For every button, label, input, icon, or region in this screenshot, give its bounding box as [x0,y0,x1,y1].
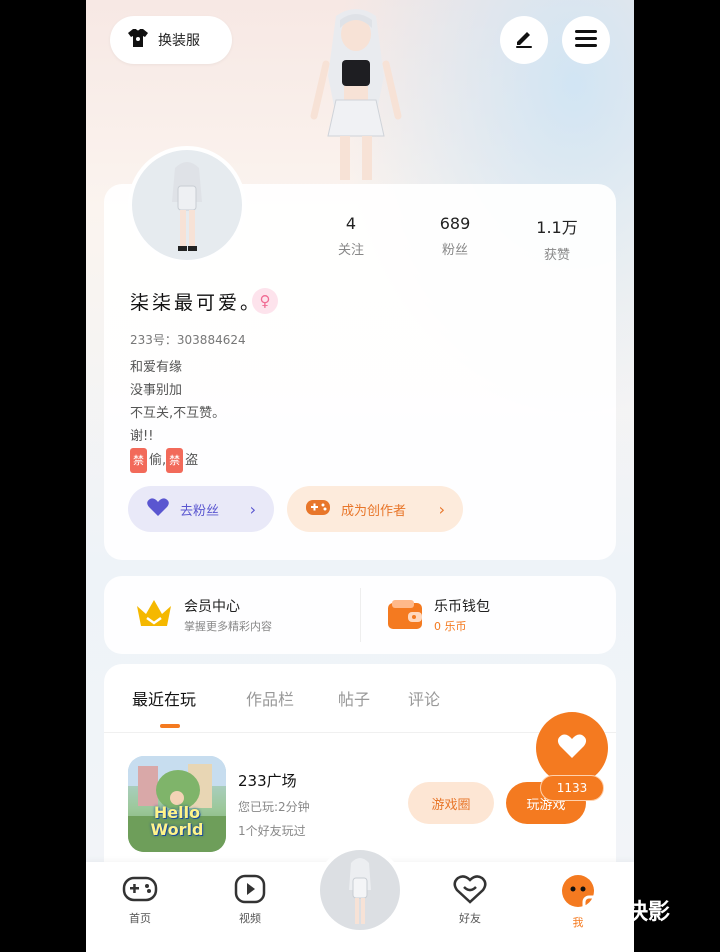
likes-count: 1.1万 [536,218,578,237]
nav-friends-label: 好友 [459,912,481,925]
pen-icon [512,26,536,54]
chevron-right-icon: › [438,499,445,519]
nav-video-label: 视频 [239,912,261,925]
game-friends: 1个好友玩过 [238,824,306,838]
bio-text: 偷, [149,453,167,468]
bio-text: 盗 [185,453,199,468]
wallet[interactable]: 乐币钱包 0 乐币 [386,594,586,638]
game-icon[interactable]: Hello World [128,756,226,852]
fans-count: 689 [439,214,471,233]
like-count-badge: 1133 [540,775,604,801]
nav-video[interactable]: 视频 [220,874,280,926]
member-subtitle: 掌握更多精彩内容 [184,620,272,633]
creator-button-label: 成为创作者 [341,503,407,519]
ban-tag: 禁 [130,448,147,473]
game-circle-button[interactable]: 游戏圈 [408,782,494,824]
tab-comments[interactable]: 评论 [408,686,440,710]
bio-line: 谢!! [130,429,154,444]
avatar-character [296,6,416,186]
camera-icon [582,892,620,928]
stat-likes[interactable]: 1.1万 获赞 [522,214,592,263]
wallet-balance: 0 乐币 [434,620,467,633]
heart-chat-icon [453,875,487,908]
gamepad-icon [122,876,158,908]
floating-like-button[interactable] [536,712,608,784]
gamepad-icon [305,497,331,521]
wallet-icon [386,598,424,636]
menu-button[interactable] [562,16,610,64]
heart-icon [557,733,587,763]
user-id: 233号：303884624 [130,333,246,347]
member-center[interactable]: 会员中心 掌握更多精彩内容 [134,594,334,638]
game-playtime: 您已玩:2分钟 [238,800,310,814]
fans-label: 粉丝 [441,243,468,258]
watermark-text: 快影 [626,900,671,925]
ban-tag: 禁 [166,448,184,473]
chevron-right-icon: › [249,499,256,519]
following-count: 4 [345,214,357,233]
outfit-button[interactable]: 换装服 [110,16,232,64]
game-icon-title: Hello World [150,803,204,839]
tab-works[interactable]: 作品栏 [246,686,294,710]
creator-button[interactable]: 成为创作者 › [287,486,463,532]
fans-button[interactable]: 去粉丝 › [128,486,274,532]
nav-avatar[interactable] [316,846,404,934]
wallet-title: 乐币钱包 [434,599,490,615]
stat-following[interactable]: 4 关注 [316,214,386,258]
shirt-icon [126,27,150,53]
heart-icon [146,497,170,521]
profile-avatar[interactable] [128,146,246,264]
nav-home-label: 首页 [129,912,151,925]
member-title: 会员中心 [184,599,240,615]
stat-fans[interactable]: 689 粉丝 [420,214,490,258]
bio: 和爱有缘 没事别加 不互关,不互赞。 谢!! 禁偷, 禁盗 [130,356,225,473]
likes-label: 获赞 [543,248,570,263]
kuaiying-watermark: 快影 [582,892,670,928]
play-icon [234,874,266,908]
bio-line: 不互关,不互赞。 [130,406,226,421]
female-icon: ♀ [252,288,278,314]
game-name: 233广场 [238,772,297,790]
fans-button-label: 去粉丝 [180,503,220,519]
bio-line: 和爱有缘 [130,360,183,375]
crown-icon [134,596,174,636]
tab-posts[interactable]: 帖子 [338,686,370,710]
tab-recent[interactable]: 最近在玩 [132,686,196,710]
nav-friends[interactable]: 好友 [440,874,500,926]
following-label: 关注 [337,243,364,258]
bio-line: 禁偷, 禁盗 [130,448,225,473]
nickname: 柒柒最可爱。 [130,292,263,314]
divider [360,588,361,642]
edit-button[interactable] [500,16,548,64]
nav-home[interactable]: 首页 [110,874,170,926]
bio-line: 没事别加 [130,383,183,398]
outfit-label: 换装服 [158,33,200,49]
menu-icon [574,28,598,52]
tab-indicator [160,724,180,728]
